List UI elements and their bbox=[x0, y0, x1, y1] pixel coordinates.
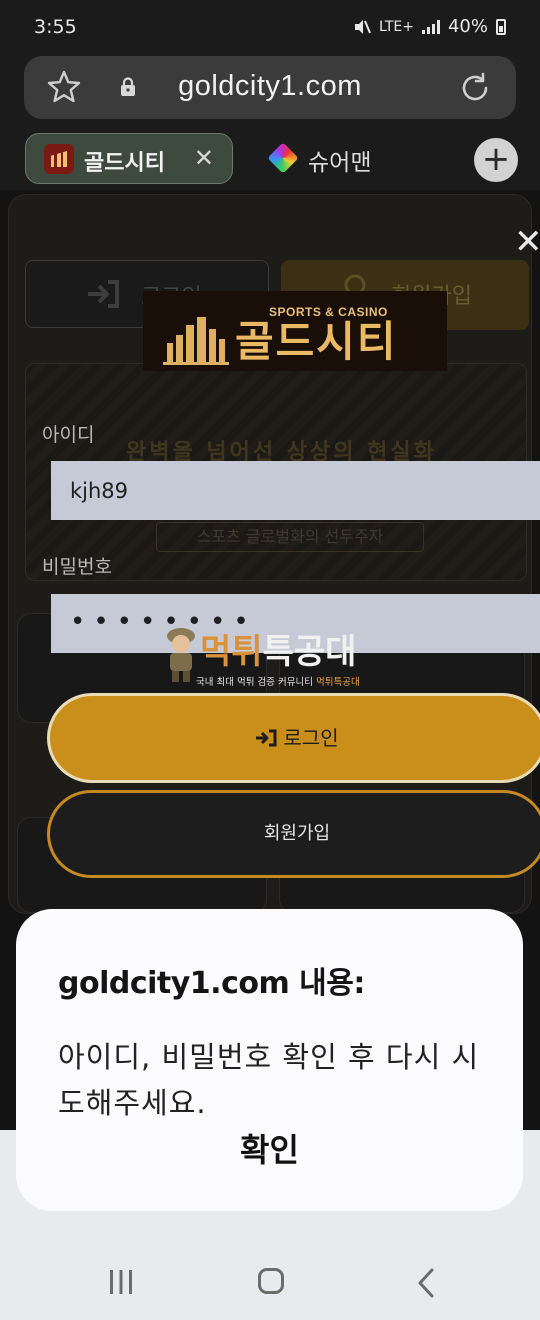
sureman-favicon-icon[interactable] bbox=[267, 142, 299, 174]
close-tab-icon[interactable]: ✕ bbox=[194, 146, 214, 170]
signup-button[interactable]: 회원가입 bbox=[47, 790, 540, 878]
address-bar[interactable]: goldcity1.com bbox=[24, 56, 516, 119]
recent-apps-icon[interactable] bbox=[108, 1270, 134, 1294]
soldier-mascot-icon bbox=[167, 628, 195, 682]
dialog-ok-button[interactable]: 확인 bbox=[16, 1125, 523, 1171]
tab-title: 골드시티 bbox=[84, 151, 165, 176]
login-button[interactable]: 로그인 bbox=[47, 693, 540, 783]
watermark-logo: 먹튀특공대 국내 최대 먹튀 검증 커뮤니티 먹튀특공대 bbox=[162, 622, 382, 692]
overlay-close-button[interactable]: ✕ bbox=[514, 225, 540, 259]
watermark-subtitle: 국내 최대 먹튀 검증 커뮤니티 먹튀특공대 bbox=[196, 674, 360, 688]
network-type: LTE+ bbox=[378, 18, 414, 35]
login-arrow-icon bbox=[88, 280, 119, 308]
status-icons: LTE+ 40% bbox=[353, 16, 506, 37]
signal-icon bbox=[421, 19, 440, 34]
watermark-title-rest: 특공대 bbox=[262, 632, 357, 672]
dialog-message: 아이디, 비밀번호 확인 후 다시 시도해주세요. bbox=[58, 1040, 480, 1120]
dialog-title: goldcity1.com 내용: bbox=[58, 966, 365, 1001]
battery-icon bbox=[496, 18, 506, 35]
url-text[interactable]: goldcity1.com bbox=[24, 70, 516, 103]
home-icon[interactable] bbox=[258, 1268, 284, 1294]
status-bar: 3:55 LTE+ 40% bbox=[0, 0, 540, 56]
status-time: 3:55 bbox=[34, 16, 77, 38]
background-logo bbox=[179, 205, 419, 257]
id-label: 아이디 bbox=[42, 424, 95, 446]
password-label: 비밀번호 bbox=[42, 556, 112, 578]
tab-sureman[interactable]: 슈어맨 bbox=[308, 143, 371, 177]
watermark-title: 먹튀특공대 bbox=[200, 624, 356, 673]
system-nav-bar bbox=[0, 1230, 540, 1320]
login-button-label: 로그인 bbox=[283, 726, 339, 750]
watermark-subtitle-text: 국내 최대 먹튀 검증 커뮤니티 bbox=[196, 677, 316, 688]
building-logo-icon bbox=[163, 317, 229, 365]
mute-icon bbox=[354, 19, 371, 34]
login-arrow-icon bbox=[256, 729, 277, 747]
goldcity-favicon-icon bbox=[44, 144, 74, 174]
background-banner-sub: 스포츠 글로벌화의 선두주자 bbox=[156, 522, 424, 552]
id-input[interactable] bbox=[51, 461, 540, 520]
logo-text: 골드시티 bbox=[235, 317, 398, 366]
site-logo: SPORTS & CASINO 골드시티 bbox=[143, 291, 447, 371]
battery-level: 40% bbox=[447, 16, 488, 37]
tab-goldcity[interactable]: 골드시티 ✕ bbox=[25, 133, 233, 184]
watermark-title-accent: 먹튀 bbox=[200, 632, 263, 672]
tab-strip: 골드시티 ✕ 슈어맨 + bbox=[0, 128, 540, 190]
reload-icon[interactable] bbox=[458, 71, 492, 105]
alert-dialog: goldcity1.com 내용: 아이디, 비밀번호 확인 후 다시 시도해주… bbox=[16, 909, 523, 1211]
new-tab-button[interactable]: + bbox=[474, 138, 518, 182]
watermark-subtitle-accent: 먹튀특공대 bbox=[315, 677, 360, 688]
back-icon[interactable] bbox=[414, 1268, 438, 1298]
